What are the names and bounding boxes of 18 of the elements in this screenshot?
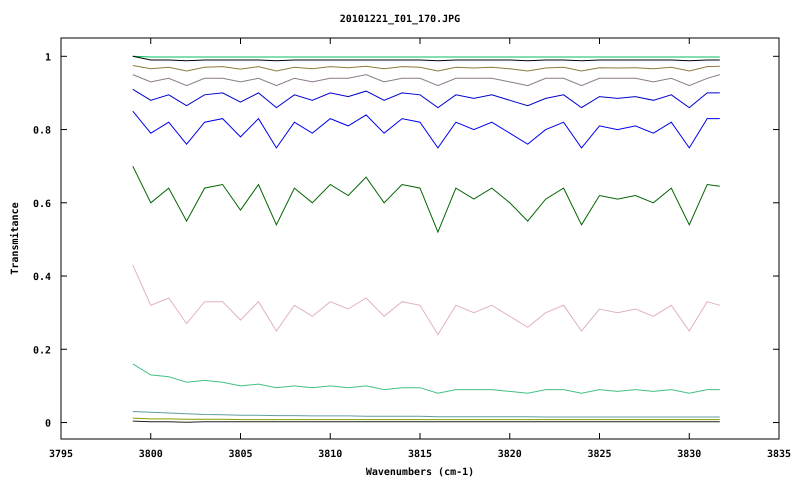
x-tick-label: 3800 [138, 449, 163, 460]
y-tick-label: 0.6 [32, 198, 51, 210]
x-tick-label: 3815 [408, 449, 432, 460]
x-axis-label: Wavenumbers (cm-1) [366, 467, 474, 478]
x-tick-label: 3830 [677, 449, 702, 460]
x-tick-label: 3820 [498, 449, 522, 460]
y-axis-label: Transmitance [10, 202, 21, 275]
y-tick-label: 0 [44, 418, 51, 430]
y-tick-label: 1 [44, 52, 51, 64]
y-tick-label: 0.4 [32, 272, 51, 284]
x-tick-label: 3810 [318, 449, 342, 460]
x-tick-label: 3805 [228, 449, 253, 460]
y-tick-label: 0.2 [32, 345, 51, 356]
chart-title: 20101221_I01_170.JPG [340, 14, 460, 25]
x-tick-label: 3835 [766, 449, 792, 460]
x-tick-label: 3795 [48, 449, 74, 460]
x-tick-label: 3825 [587, 449, 612, 460]
y-tick-label: 0.8 [32, 126, 51, 137]
